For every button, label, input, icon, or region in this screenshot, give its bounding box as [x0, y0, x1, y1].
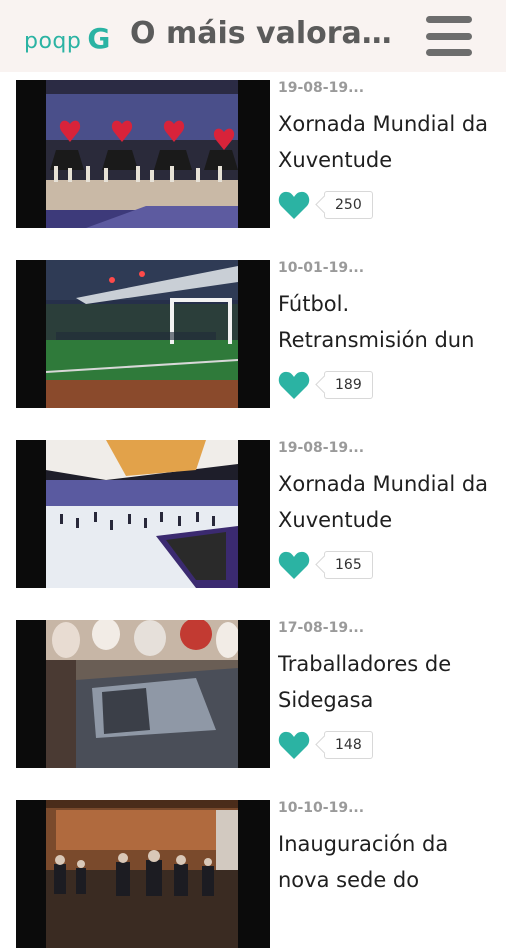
video-title[interactable]: Xornada Mundial da Xuventude [278, 106, 493, 178]
logo-mark: G [87, 22, 111, 55]
list-item[interactable]: 19-08-19... Xornada Mundial da Xuventude… [0, 432, 506, 592]
heart-icon[interactable] [278, 730, 310, 760]
logo[interactable]: poqp G [24, 22, 110, 55]
video-title[interactable]: Traballadores de Sidegasa [278, 646, 493, 718]
like-group: 189 [278, 370, 373, 400]
video-date: 19-08-19... [278, 80, 365, 96]
video-thumbnail[interactable] [16, 440, 270, 588]
video-title[interactable]: Fútbol. Retransmisión dun partido [278, 286, 493, 358]
thumbnail-image [46, 440, 238, 588]
page-title: O máis valorados [130, 16, 405, 51]
like-group: 165 [278, 550, 373, 580]
logo-text: poqp [24, 29, 82, 54]
like-count: 165 [324, 551, 373, 579]
menu-bar [426, 16, 472, 23]
like-group: 250 [278, 190, 373, 220]
list-item[interactable]: 10-01-19... Fútbol. Retransmisión dun pa… [0, 252, 506, 412]
video-thumbnail[interactable] [16, 260, 270, 408]
list-item[interactable]: 10-10-19... Inauguración da nova sede do [0, 792, 506, 952]
video-date: 17-08-19... [278, 620, 365, 636]
like-count: 148 [324, 731, 373, 759]
video-title[interactable]: Inauguración da nova sede do [278, 826, 493, 898]
like-count: 250 [324, 191, 373, 219]
video-title[interactable]: Xornada Mundial da Xuventude [278, 466, 493, 538]
thumbnail-image [46, 800, 238, 948]
app-header: poqp G O máis valorados [0, 0, 506, 72]
list-item[interactable]: 17-08-19... Traballadores de Sidegasa 14… [0, 612, 506, 772]
video-thumbnail[interactable] [16, 80, 270, 228]
video-thumbnail[interactable] [16, 800, 270, 948]
video-date: 10-01-19... [278, 260, 365, 276]
heart-icon[interactable] [278, 370, 310, 400]
menu-bar [426, 32, 472, 40]
video-date: 19-08-19... [278, 440, 365, 456]
hamburger-menu-icon[interactable] [426, 16, 472, 56]
like-group: 148 [278, 730, 373, 760]
list-item[interactable]: 19-08-19... Xornada Mundial da Xuventude… [0, 72, 506, 232]
video-date: 10-10-19... [278, 800, 365, 816]
video-thumbnail[interactable] [16, 620, 270, 768]
menu-bar [426, 49, 472, 56]
heart-icon[interactable] [278, 550, 310, 580]
thumbnail-image [46, 260, 238, 408]
thumbnail-image [46, 620, 238, 768]
like-count: 189 [324, 371, 373, 399]
heart-icon[interactable] [278, 190, 310, 220]
thumbnail-image [46, 80, 238, 228]
